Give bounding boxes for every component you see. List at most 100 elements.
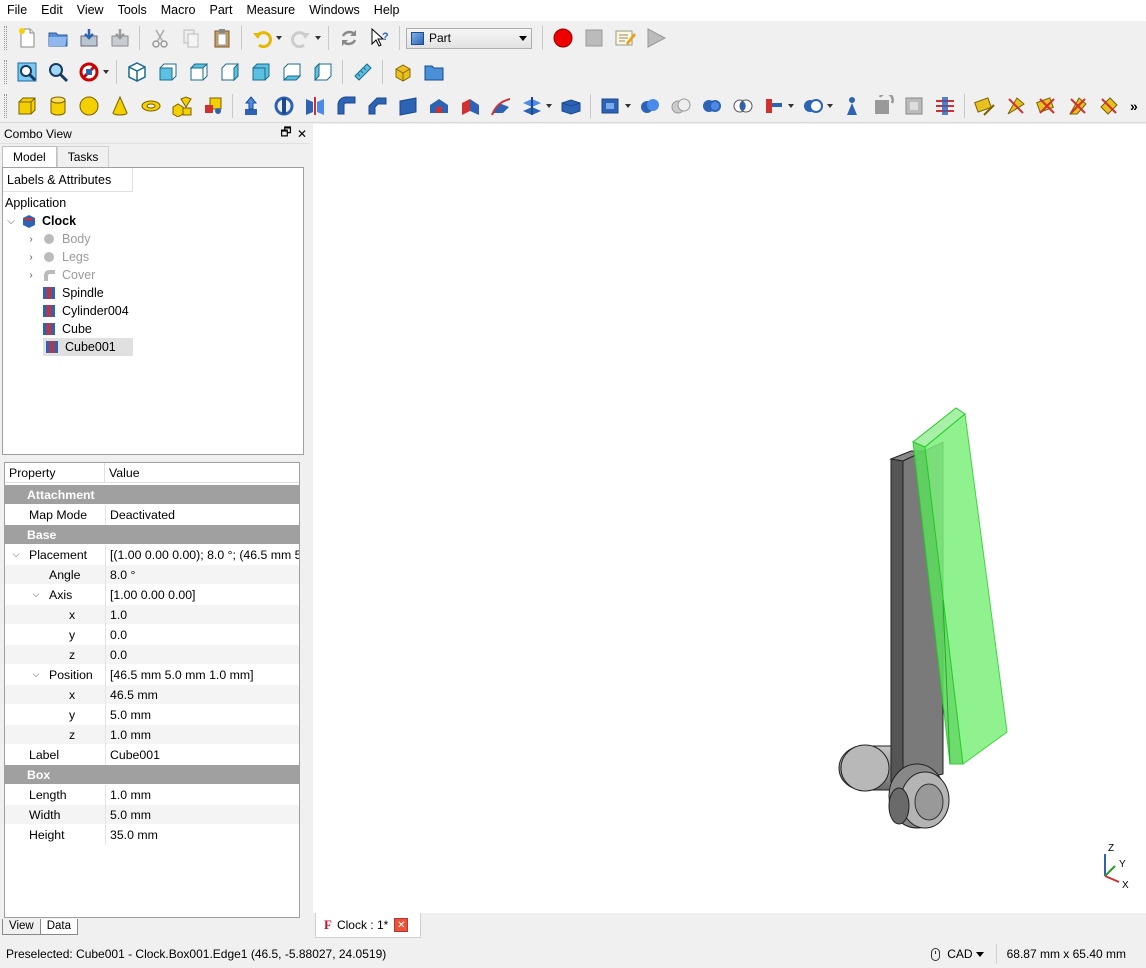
top-view-icon[interactable] — [186, 59, 212, 85]
tab-tasks[interactable]: Tasks — [56, 146, 110, 167]
toolbar-grip[interactable] — [4, 93, 7, 118]
split-dropdown[interactable] — [826, 93, 834, 119]
save-icon[interactable] — [76, 25, 102, 51]
chevron-down-icon[interactable]: ⌵ — [29, 669, 43, 680]
compound-icon[interactable] — [598, 93, 624, 119]
toolbar-grip[interactable] — [4, 26, 7, 50]
document-tab-clock[interactable]: F Clock : 1* ✕ — [315, 913, 421, 938]
save-as-icon[interactable] — [107, 25, 133, 51]
sweep-icon[interactable] — [488, 93, 514, 119]
rear-view-icon[interactable] — [248, 59, 274, 85]
menu-windows[interactable]: Windows — [302, 0, 367, 21]
stop-macro-icon[interactable] — [581, 25, 607, 51]
chevron-down-icon[interactable]: ⌵ — [9, 549, 23, 560]
open-icon[interactable] — [45, 25, 71, 51]
close-icon[interactable]: ✕ — [394, 918, 409, 932]
property-row[interactable]: ⌵ Placement [(1.00 0.00 0.00); 8.0 °; (46.… — [5, 544, 299, 565]
toolbar-overflow-button[interactable]: » — [1130, 98, 1138, 114]
refresh-icon[interactable] — [336, 25, 362, 51]
menu-tools[interactable]: Tools — [111, 0, 154, 21]
draw-style-icon[interactable] — [76, 59, 102, 85]
primitives-icon[interactable] — [169, 93, 195, 119]
property-value[interactable]: [(1.00 0.00 0.00); 8.0 °; (46.5 mm 5.0 m… — [105, 544, 299, 565]
property-row[interactable]: ⌵ Position [46.5 mm 5.0 mm 1.0 mm] — [5, 664, 299, 685]
create-part-icon[interactable] — [390, 59, 416, 85]
tree-item-cube001[interactable]: Cube001 — [43, 338, 133, 356]
bottom-view-icon[interactable] — [279, 59, 305, 85]
property-value[interactable]: 1.0 — [105, 604, 299, 625]
menu-view[interactable]: View — [70, 0, 111, 21]
chevron-down-icon[interactable]: ⌵ — [5, 216, 17, 227]
property-value[interactable]: Cube001 — [105, 744, 299, 765]
tree-item-legs[interactable]: › Legs — [25, 248, 89, 266]
make-face-icon[interactable] — [395, 93, 421, 119]
property-value[interactable]: 35.0 mm — [105, 824, 299, 845]
thickness-icon[interactable] — [901, 93, 927, 119]
property-row[interactable]: Angle 8.0 ° — [5, 564, 299, 585]
menu-help[interactable]: Help — [367, 0, 407, 21]
create-group-icon[interactable] — [421, 59, 447, 85]
execute-macro-icon[interactable] — [643, 25, 669, 51]
float-panel-icon[interactable]: 🗗 — [278, 123, 294, 144]
property-group-header[interactable]: Attachment — [5, 485, 299, 505]
new-document-icon[interactable] — [14, 25, 40, 51]
workbench-selector[interactable]: Part — [406, 27, 532, 49]
undo-dropdown[interactable] — [275, 25, 283, 51]
tree-item-cube[interactable]: Cube — [37, 320, 92, 338]
check-geometry-icon[interactable] — [839, 93, 865, 119]
whats-this-icon[interactable]: ? — [367, 25, 393, 51]
isometric-view-icon[interactable] — [124, 59, 150, 85]
property-row[interactable]: Width 5.0 mm — [5, 804, 299, 825]
close-panel-icon[interactable]: ✕ — [294, 127, 310, 141]
property-value[interactable]: 1.0 mm — [105, 784, 299, 805]
chevron-right-icon[interactable]: › — [25, 234, 37, 245]
property-row[interactable]: x 1.0 — [5, 604, 299, 625]
left-view-icon[interactable] — [310, 59, 336, 85]
redo-icon[interactable] — [288, 25, 314, 51]
cone-icon[interactable] — [107, 93, 133, 119]
value-column-header[interactable]: Value — [105, 463, 299, 483]
menu-macro[interactable]: Macro — [154, 0, 203, 21]
paste-icon[interactable] — [209, 25, 235, 51]
undo-icon[interactable] — [249, 25, 275, 51]
cut-icon[interactable] — [147, 25, 173, 51]
fit-selection-icon[interactable] — [45, 59, 71, 85]
property-row[interactable]: x 46.5 mm — [5, 684, 299, 705]
chevron-right-icon[interactable]: › — [25, 270, 37, 281]
section-icon[interactable] — [519, 93, 545, 119]
common-icon[interactable] — [730, 93, 756, 119]
tree-item-cover[interactable]: › Cover — [25, 266, 95, 284]
loft-icon[interactable] — [457, 93, 483, 119]
extrude-icon[interactable] — [240, 93, 266, 119]
measure-angular-icon[interactable] — [1003, 93, 1029, 119]
macros-icon[interactable] — [612, 25, 638, 51]
property-value[interactable]: Deactivated — [105, 504, 299, 525]
fillet-icon[interactable] — [333, 93, 359, 119]
tab-data[interactable]: Data — [39, 919, 79, 935]
tree-item-body[interactable]: › Body — [25, 230, 90, 248]
property-row[interactable]: Height 35.0 mm — [5, 824, 299, 845]
property-row[interactable]: Length 1.0 mm — [5, 784, 299, 805]
navigation-style-selector[interactable]: CAD — [931, 947, 984, 961]
toggle-3d-icon[interactable] — [1096, 93, 1122, 119]
mirror-icon[interactable] — [302, 93, 328, 119]
property-value[interactable]: [1.00 0.00 0.00] — [105, 584, 299, 605]
property-row[interactable]: z 1.0 mm — [5, 724, 299, 745]
front-view-icon[interactable] — [155, 59, 181, 85]
shape-builder-icon[interactable] — [200, 93, 226, 119]
join-dropdown[interactable] — [787, 93, 795, 119]
right-view-icon[interactable] — [217, 59, 243, 85]
3d-viewport[interactable]: Z Y X — [313, 124, 1146, 913]
menu-file[interactable]: File — [0, 0, 34, 21]
property-value[interactable]: 8.0 ° — [105, 564, 299, 585]
split-icon[interactable] — [800, 93, 826, 119]
property-group-header[interactable]: Base — [5, 525, 299, 545]
revolve-icon[interactable] — [271, 93, 297, 119]
tab-model[interactable]: Model — [2, 146, 57, 167]
property-row[interactable]: z 0.0 — [5, 644, 299, 665]
property-group-header[interactable]: Box — [5, 765, 299, 785]
clear-all-icon[interactable] — [1065, 93, 1091, 119]
chamfer-icon[interactable] — [364, 93, 390, 119]
offset-icon[interactable] — [558, 93, 584, 119]
section-dropdown[interactable] — [545, 93, 553, 119]
